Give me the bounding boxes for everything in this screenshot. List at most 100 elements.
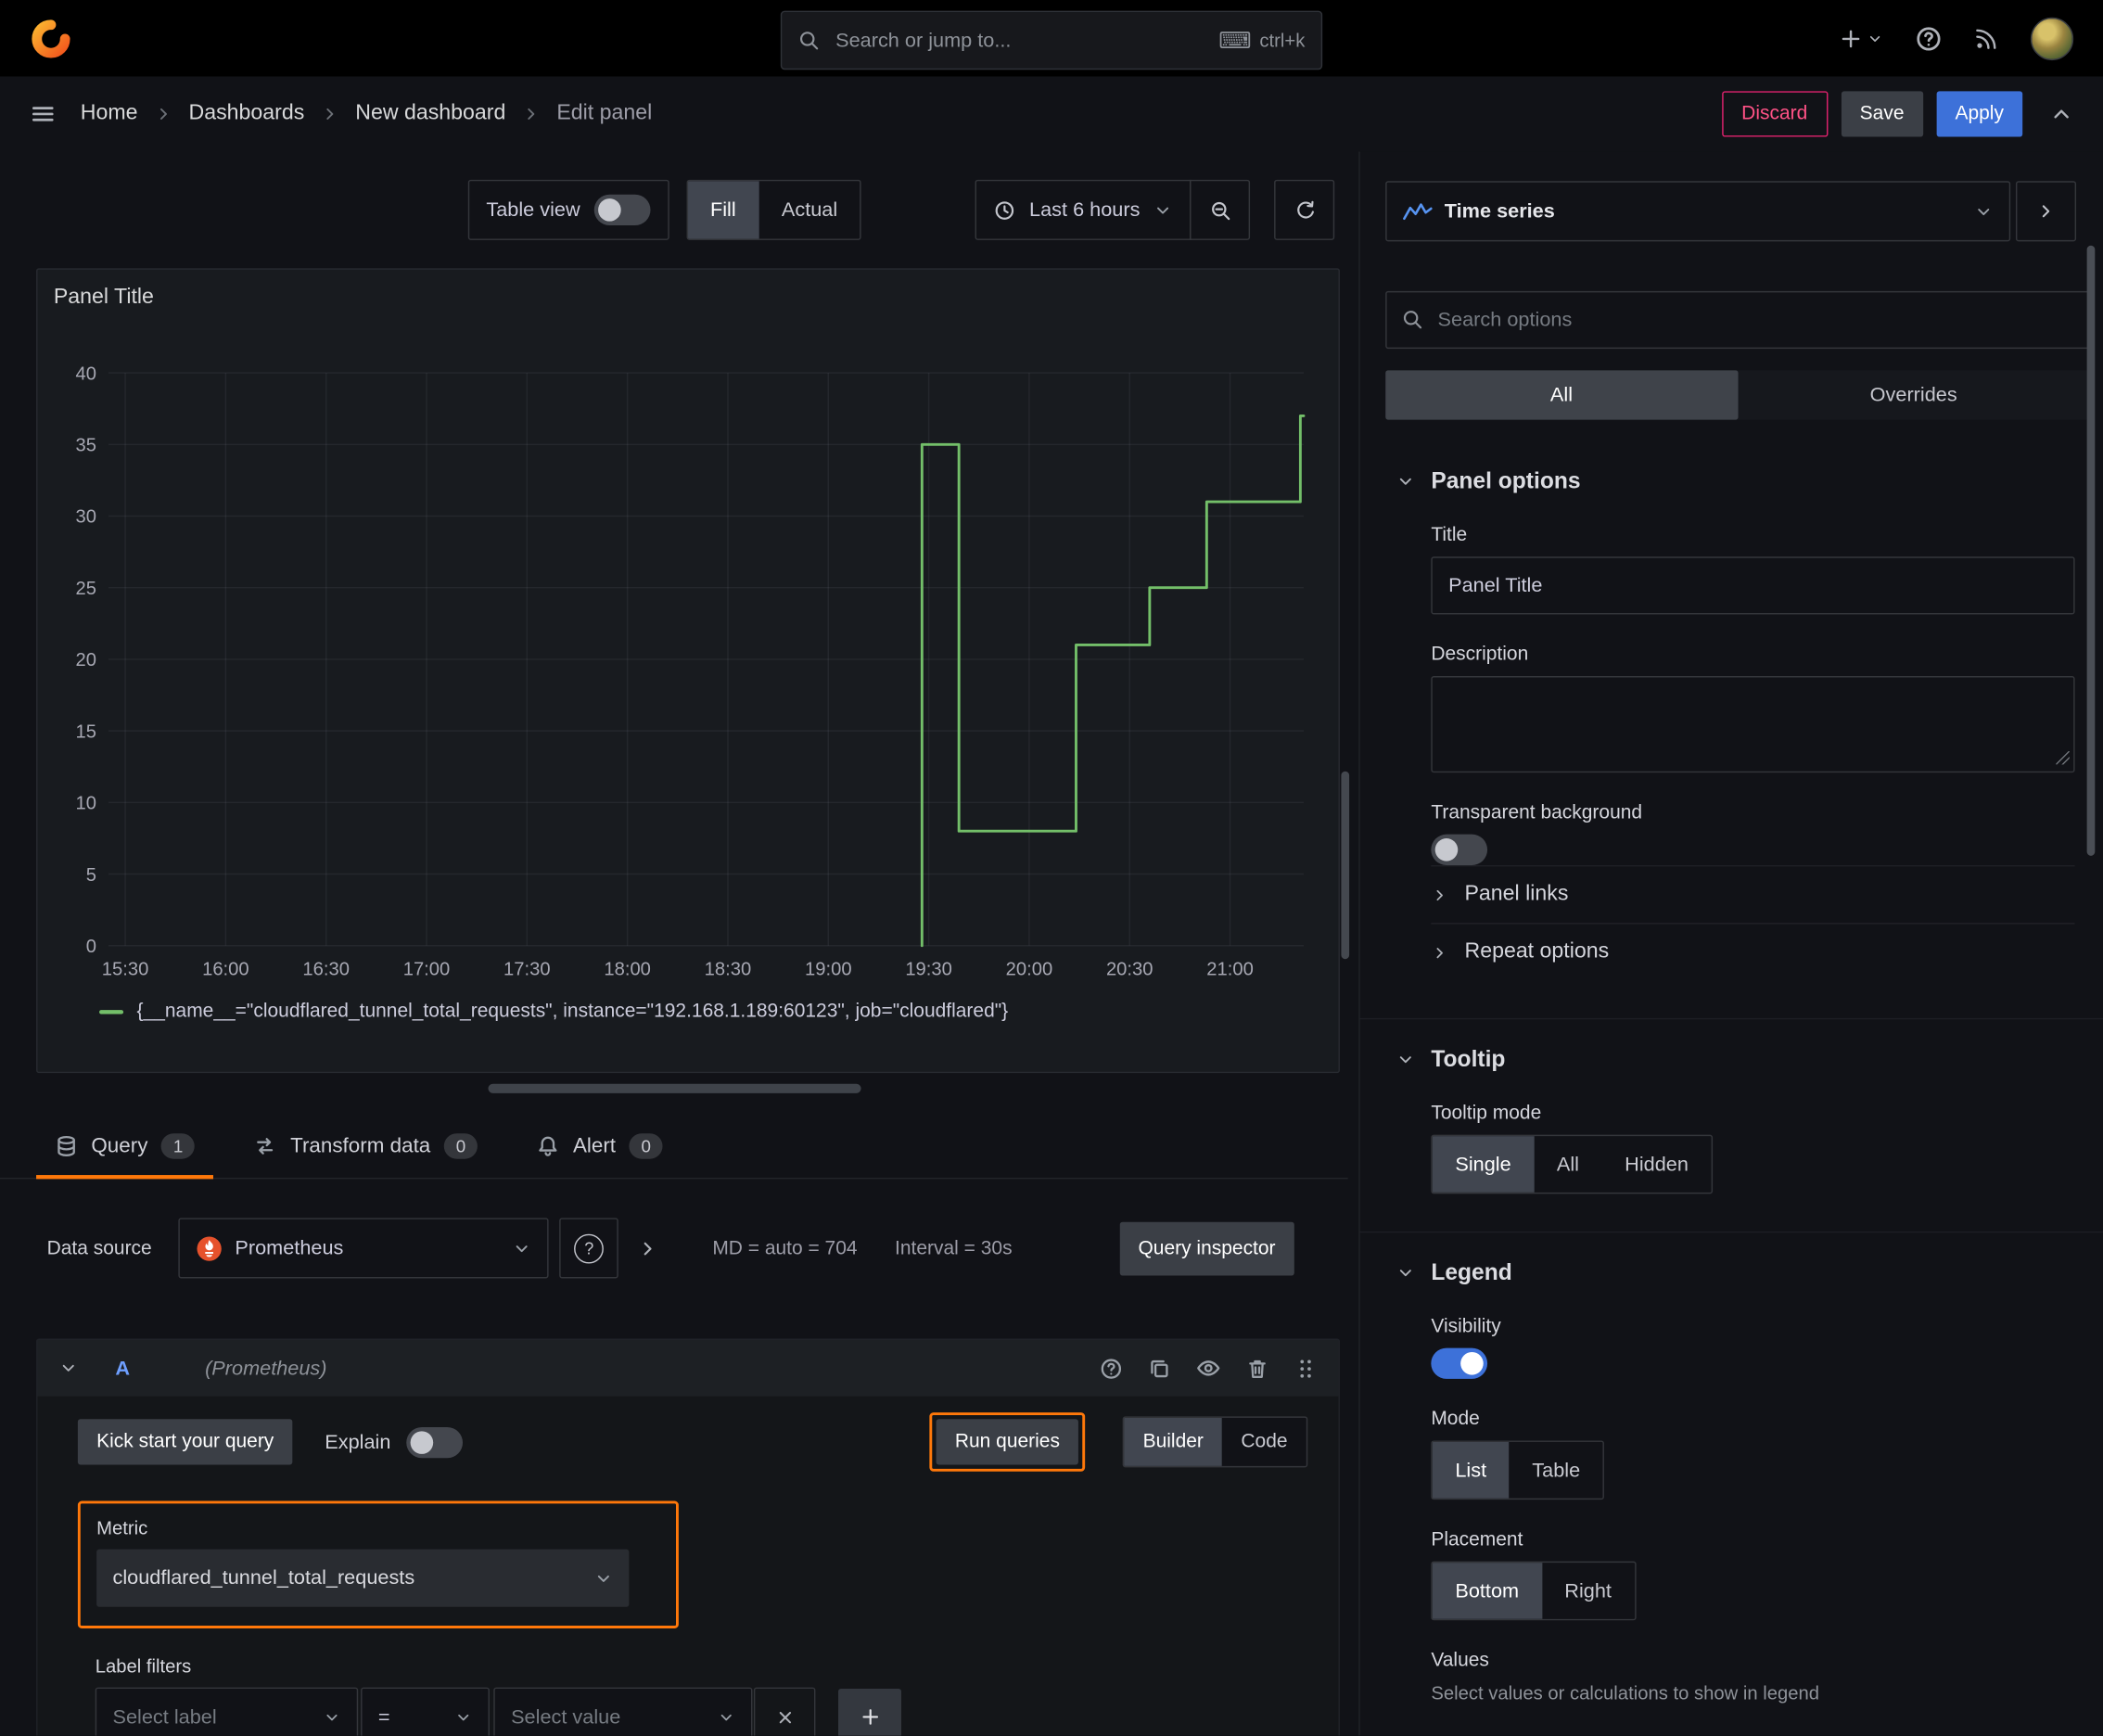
- legend-series-label[interactable]: {__name__="cloudflared_tunnel_total_requ…: [137, 1001, 1009, 1022]
- options-tab-overrides[interactable]: Overrides: [1738, 370, 2090, 420]
- datasource-help-button[interactable]: ?: [559, 1218, 619, 1279]
- explain-label: Explain: [325, 1430, 391, 1454]
- panel-preview-pane: Table view Fill Actual Last 6 hours Pane…: [0, 151, 1348, 1736]
- query-inspector-button[interactable]: Query inspector: [1119, 1220, 1294, 1275]
- builder-mode-option[interactable]: Builder: [1124, 1417, 1223, 1466]
- placement-bottom-option[interactable]: Bottom: [1432, 1563, 1542, 1619]
- select-value-dropdown[interactable]: Select value: [493, 1687, 753, 1736]
- menu-toggle-button[interactable]: [30, 100, 57, 127]
- refresh-button[interactable]: [1274, 179, 1335, 240]
- tooltip-hidden-option[interactable]: Hidden: [1602, 1136, 1712, 1193]
- time-range-label: Last 6 hours: [1029, 198, 1141, 222]
- add-button[interactable]: [1839, 26, 1883, 50]
- svg-text:17:30: 17:30: [503, 960, 551, 980]
- options-search: [1385, 290, 2090, 350]
- breadcrumb-new-dashboard[interactable]: New dashboard: [355, 102, 505, 126]
- chevron-right-icon: [154, 105, 172, 123]
- options-pane: Time series All Overrides Panel opt: [1358, 151, 2103, 1736]
- help-button[interactable]: [1915, 25, 1942, 52]
- panel-links-row[interactable]: Panel links: [1431, 864, 2075, 923]
- tooltip-header[interactable]: Tooltip: [1360, 1019, 2103, 1073]
- grafana-edit-panel-page: ⌨ ctrl+k Home Dashboards: [0, 0, 2103, 1736]
- legend-header[interactable]: Legend: [1360, 1232, 2103, 1286]
- chevron-right-icon[interactable]: [637, 1237, 658, 1258]
- duplicate-query-icon[interactable]: [1148, 1357, 1171, 1380]
- options-tab-all[interactable]: All: [1385, 370, 1738, 420]
- legend-title: Legend: [1431, 1259, 1512, 1285]
- transparent-background-label: Transparent background: [1431, 801, 1643, 824]
- hamburger-icon: [30, 100, 57, 127]
- breadcrumb-dashboards[interactable]: Dashboards: [188, 102, 304, 126]
- global-search[interactable]: ⌨ ctrl+k: [780, 10, 1323, 70]
- query-toolbar-row: Kick start your query Explain Run querie…: [77, 1412, 1308, 1472]
- tab-query-count: 1: [160, 1133, 196, 1159]
- panel-title-input[interactable]: [1431, 556, 2075, 615]
- time-range-picker[interactable]: Last 6 hours: [975, 179, 1192, 240]
- tab-alert[interactable]: Alert 0: [518, 1115, 682, 1178]
- discard-button[interactable]: Discard: [1721, 91, 1828, 137]
- apply-button[interactable]: Apply: [1936, 91, 2023, 137]
- operator-dropdown[interactable]: =: [361, 1687, 490, 1736]
- chevron-down-icon: [718, 1708, 735, 1726]
- chevron-down-icon[interactable]: [59, 1359, 78, 1377]
- tooltip-section: Tooltip Tooltip mode Single All Hidden: [1359, 1017, 2103, 1232]
- select-label-dropdown[interactable]: Select label: [95, 1687, 359, 1736]
- panel-options-header[interactable]: Panel options: [1360, 420, 2103, 495]
- transparent-background-toggle[interactable]: [1431, 834, 1488, 865]
- legend-mode-group: List Table: [1431, 1440, 1605, 1500]
- query-ref-id[interactable]: A: [115, 1357, 130, 1380]
- run-queries-button[interactable]: Run queries: [936, 1419, 1079, 1465]
- repeat-options-row[interactable]: Repeat options: [1431, 923, 2075, 980]
- collapse-options-button[interactable]: [2015, 181, 2077, 242]
- tab-query-label: Query: [91, 1133, 148, 1157]
- legend-visibility-toggle[interactable]: [1431, 1347, 1488, 1379]
- description-field: [1431, 675, 2075, 773]
- chevron-right-icon: [1431, 886, 1448, 903]
- tooltip-all-option[interactable]: All: [1534, 1136, 1601, 1193]
- options-search-input[interactable]: [1385, 290, 2090, 350]
- tooltip-single-option[interactable]: Single: [1432, 1136, 1535, 1193]
- placement-right-option[interactable]: Right: [1542, 1563, 1635, 1619]
- editor-tabs: Query 1 Transform data 0 Alert 0: [0, 1115, 1348, 1180]
- description-textarea[interactable]: [1431, 675, 2075, 773]
- datasource-picker[interactable]: Prometheus: [178, 1218, 549, 1279]
- fit-actual-option[interactable]: Actual: [758, 181, 860, 238]
- svg-text:17:00: 17:00: [403, 960, 451, 980]
- options-pane-scrollbar[interactable]: [2086, 245, 2096, 856]
- hide-response-icon[interactable]: [1196, 1356, 1220, 1380]
- breadcrumb-home[interactable]: Home: [81, 102, 138, 126]
- preview-resize-handle[interactable]: [487, 1083, 860, 1093]
- explain-toggle[interactable]: [406, 1426, 464, 1458]
- visualization-picker[interactable]: Time series: [1385, 181, 2011, 242]
- grafana-logo-icon[interactable]: [30, 17, 72, 59]
- breadcrumb: Home Dashboards New dashboard Edit panel: [81, 102, 652, 126]
- svg-text:20:00: 20:00: [1006, 960, 1053, 980]
- left-pane-scrollbar[interactable]: [1341, 771, 1350, 960]
- refresh-icon: [1294, 199, 1315, 221]
- code-mode-option[interactable]: Code: [1222, 1418, 1306, 1466]
- remove-filter-button[interactable]: [753, 1687, 816, 1736]
- tab-query[interactable]: Query 1: [36, 1115, 215, 1180]
- legend-list-option[interactable]: List: [1432, 1441, 1510, 1499]
- news-button[interactable]: [1974, 26, 1998, 50]
- remove-query-icon[interactable]: [1246, 1357, 1269, 1380]
- resize-grip-icon[interactable]: [2056, 750, 2070, 765]
- table-view-toggle[interactable]: [593, 194, 650, 225]
- user-avatar[interactable]: [2030, 17, 2074, 60]
- drag-handle-icon[interactable]: [1294, 1357, 1318, 1380]
- svg-text:16:00: 16:00: [202, 960, 249, 980]
- kick-start-button[interactable]: Kick start your query: [77, 1419, 293, 1465]
- legend-table-option[interactable]: Table: [1510, 1442, 1603, 1499]
- save-button[interactable]: Save: [1841, 91, 1923, 137]
- query-editor-header[interactable]: A (Prometheus): [37, 1339, 1339, 1397]
- add-filter-button[interactable]: [838, 1689, 901, 1736]
- metric-select[interactable]: cloudflared_tunnel_total_requests: [96, 1549, 630, 1607]
- global-search-input[interactable]: [833, 27, 1205, 54]
- timeseries-chart[interactable]: 0 5 10 15 20 25 30 35 40 15:30 16:00 16:30 17:00 17:3…: [37, 270, 1335, 994]
- fit-fill-option[interactable]: Fill: [687, 181, 759, 239]
- zoom-out-button[interactable]: [1189, 179, 1251, 240]
- chart-legend: {__name__="cloudflared_tunnel_total_requ…: [99, 1001, 1008, 1022]
- collapse-header-button[interactable]: [2049, 102, 2073, 126]
- tab-transform[interactable]: Transform data 0: [236, 1115, 497, 1178]
- query-help-icon[interactable]: [1100, 1357, 1123, 1380]
